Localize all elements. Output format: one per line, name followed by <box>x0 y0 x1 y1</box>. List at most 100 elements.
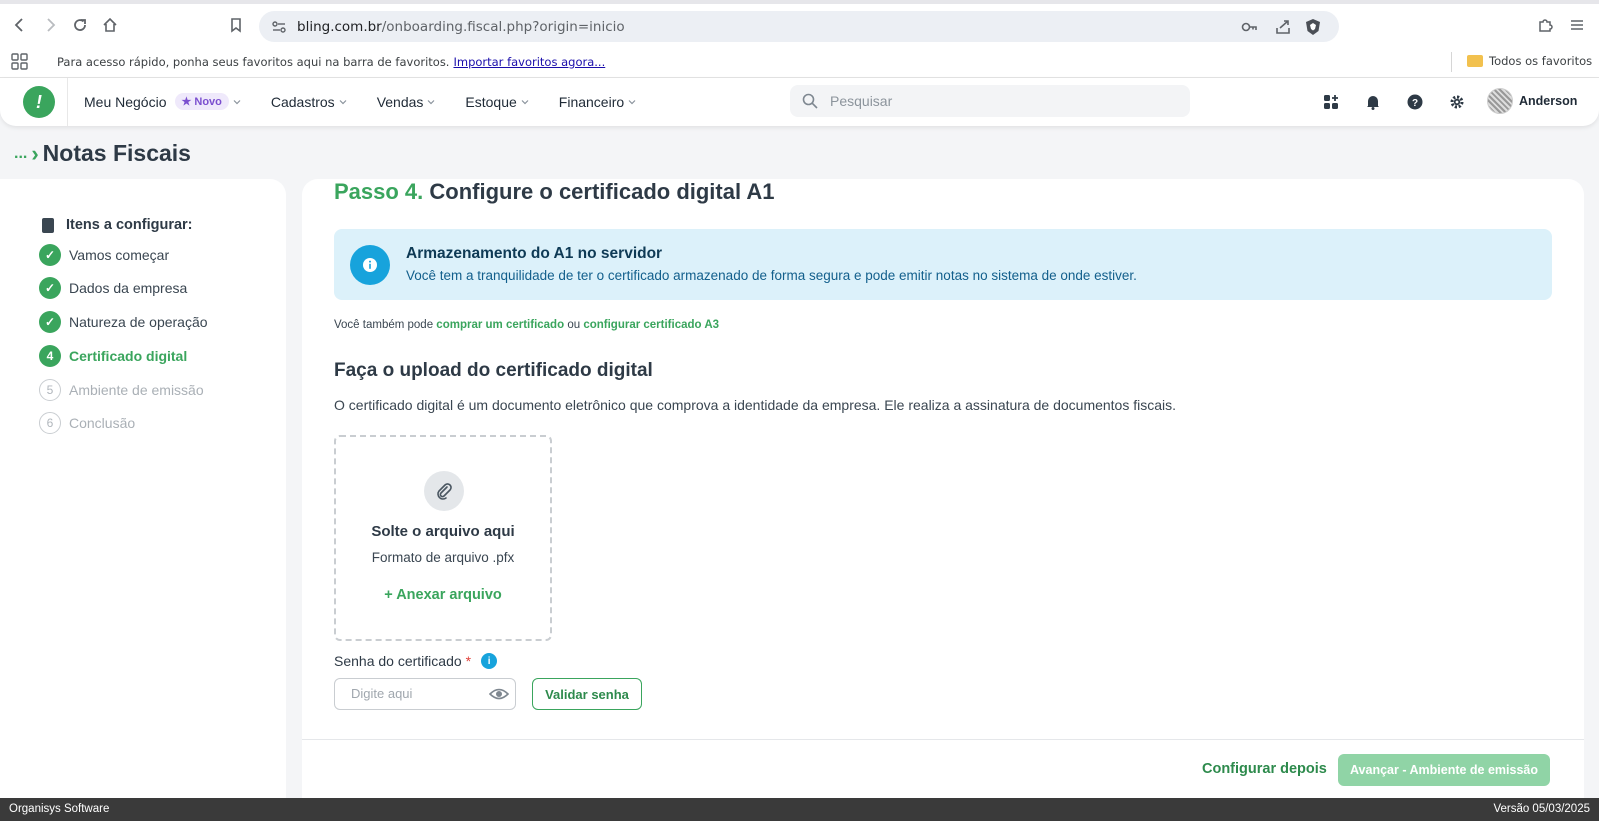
user-name[interactable]: Anderson <box>1519 94 1577 108</box>
buy-certificate-link[interactable]: comprar um certificado <box>436 319 564 331</box>
extensions-icon[interactable] <box>1534 14 1556 36</box>
reload-icon[interactable] <box>69 14 91 36</box>
site-settings-icon[interactable] <box>270 18 288 36</box>
apps-grid-icon[interactable] <box>10 52 30 72</box>
step-heading: Passo 4. Configure o certificado digital… <box>334 179 775 204</box>
drop-title: Solte o arquivo aqui <box>371 523 515 540</box>
menu-financeiro[interactable]: Financeiro <box>559 94 636 110</box>
chevron-down-icon <box>339 99 347 104</box>
chevron-down-icon <box>233 99 241 104</box>
search-input[interactable] <box>830 91 1170 111</box>
info-title: Armazenamento do A1 no servidor <box>406 245 663 262</box>
forward-icon[interactable] <box>39 14 61 36</box>
required-marker: * <box>465 653 472 669</box>
bell-icon[interactable] <box>1363 92 1383 112</box>
apps-plus-icon[interactable] <box>1321 92 1341 112</box>
bookmarks-bar: Para acesso rápido, ponha seus favoritos… <box>0 46 1599 78</box>
check-icon: ✓ <box>39 311 61 333</box>
import-bookmarks-link[interactable]: Importar favoritos agora... <box>453 55 605 69</box>
attach-file-button[interactable]: + Anexar arquivo <box>336 587 550 603</box>
file-dropzone[interactable]: Solte o arquivo aqui Formato de arquivo … <box>334 435 552 641</box>
step-ambiente-emissao: 5 Ambiente de emissão <box>39 379 204 401</box>
menu-cadastros[interactable]: Cadastros <box>271 94 347 110</box>
step-conclusao: 6 Conclusão <box>39 412 135 434</box>
folder-icon <box>1467 55 1483 67</box>
next-step-button[interactable]: Avançar - Ambiente de emissão <box>1338 754 1550 786</box>
main-menu: Meu Negócio ★ Novo Cadastros Vendas Estoq… <box>84 93 666 110</box>
all-bookmarks-button[interactable]: Todos os favoritos <box>1467 54 1592 68</box>
file-format-hint: Formato de arquivo .pfx <box>371 550 515 565</box>
config-sidebar: Itens a configurar: ✓ Vamos começar ✓ Da… <box>0 179 286 799</box>
menu-icon[interactable] <box>1566 14 1588 36</box>
step-label: Certificado digital <box>69 348 188 364</box>
brave-shield-icon[interactable] <box>1303 17 1323 37</box>
info-icon[interactable]: i <box>481 653 498 669</box>
header-divider <box>67 78 68 126</box>
password-input[interactable] <box>351 686 481 701</box>
search-icon <box>802 93 818 109</box>
step-label: Dados da empresa <box>69 280 188 296</box>
configure-a3-link[interactable]: configurar certificado A3 <box>583 319 719 331</box>
certificate-card: Passo 4. Configure o certificado digital… <box>302 179 1584 799</box>
menu-label: Meu Negócio <box>84 93 167 110</box>
url-text: bling.com.br/onboarding.fiscal.php?origi… <box>297 19 625 35</box>
menu-label: Financeiro <box>558 93 625 110</box>
password-label: Senha do certificado * i <box>334 653 498 669</box>
step-number: 4 <box>39 345 61 367</box>
step-label: Vamos começar <box>69 247 170 263</box>
page-title: Notas Fiscais <box>42 140 191 166</box>
info-icon <box>350 245 390 285</box>
menu-label: Cadastros <box>270 93 335 110</box>
all-bookmarks-label: Todos os favoritos <box>1489 54 1593 68</box>
search-box[interactable] <box>790 85 1190 117</box>
back-icon[interactable] <box>9 14 31 36</box>
menu-label: Estoque <box>465 93 517 110</box>
menu-estoque[interactable]: Estoque <box>465 93 529 110</box>
bookmarks-hint: Para acesso rápido, ponha seus favoritos… <box>57 55 606 69</box>
breadcrumb-ellipsis[interactable]: ... <box>14 145 27 163</box>
chevron-down-icon <box>628 99 636 104</box>
step-number: 6 <box>39 412 61 434</box>
menu-label: Vendas <box>376 93 424 110</box>
step-label: Conclusão <box>69 415 136 431</box>
status-footer: Organisys Software Versão 05/03/2025 <box>0 798 1599 821</box>
alternatives-text: Você também pode comprar um certificado … <box>334 319 720 331</box>
breadcrumb: ... › Notas Fiscais <box>14 140 191 167</box>
eye-icon[interactable] <box>489 686 509 702</box>
bookmark-icon[interactable] <box>225 14 247 36</box>
paperclip-icon <box>424 471 464 511</box>
chevron-right-icon: › <box>31 140 39 166</box>
document-icon <box>42 217 54 233</box>
upload-description: O certificado digital é um documento ele… <box>334 397 1177 413</box>
password-field <box>334 678 516 710</box>
version-label: Versão 05/03/2025 <box>1493 803 1590 815</box>
configure-later-link[interactable]: Configurar depois <box>1202 761 1327 777</box>
chevron-down-icon <box>427 99 435 104</box>
address-bar[interactable]: bling.com.br/onboarding.fiscal.php?origi… <box>259 11 1339 42</box>
step-dados-empresa[interactable]: ✓ Dados da empresa <box>39 277 187 299</box>
avatar[interactable] <box>1487 88 1513 114</box>
plus-icon: + <box>384 587 393 603</box>
menu-meu-negocio[interactable]: Meu Negócio ★ Novo <box>84 93 241 110</box>
share-icon[interactable] <box>1273 17 1293 37</box>
bookmarks-divider <box>1451 52 1452 72</box>
menu-vendas[interactable]: Vendas <box>377 94 436 110</box>
card-footer-divider <box>302 739 1584 740</box>
help-icon[interactable]: ? <box>1405 92 1425 112</box>
company-name: Organisys Software <box>9 803 110 815</box>
check-icon: ✓ <box>39 277 61 299</box>
step-certificado-digital[interactable]: 4 Certificado digital <box>39 345 187 367</box>
app-header: ! Meu Negócio ★ Novo Cadastros Vendas Est… <box>0 78 1599 126</box>
step-label: Ambiente de emissão <box>69 382 204 398</box>
validate-password-button[interactable]: Validar senha <box>532 678 642 710</box>
home-icon[interactable] <box>99 14 121 36</box>
step-number: 5 <box>39 379 61 401</box>
sidebar-heading: Itens a configurar: <box>42 217 193 233</box>
key-icon[interactable] <box>1239 17 1259 37</box>
gear-icon[interactable] <box>1447 92 1467 112</box>
step-natureza-operacao[interactable]: ✓ Natureza de operação <box>39 311 208 333</box>
step-label: Natureza de operação <box>69 314 208 330</box>
step-vamos-comecar[interactable]: ✓ Vamos começar <box>39 244 169 266</box>
bling-logo[interactable]: ! <box>23 86 55 118</box>
upload-title: Faça o upload do certificado digital <box>334 360 653 381</box>
